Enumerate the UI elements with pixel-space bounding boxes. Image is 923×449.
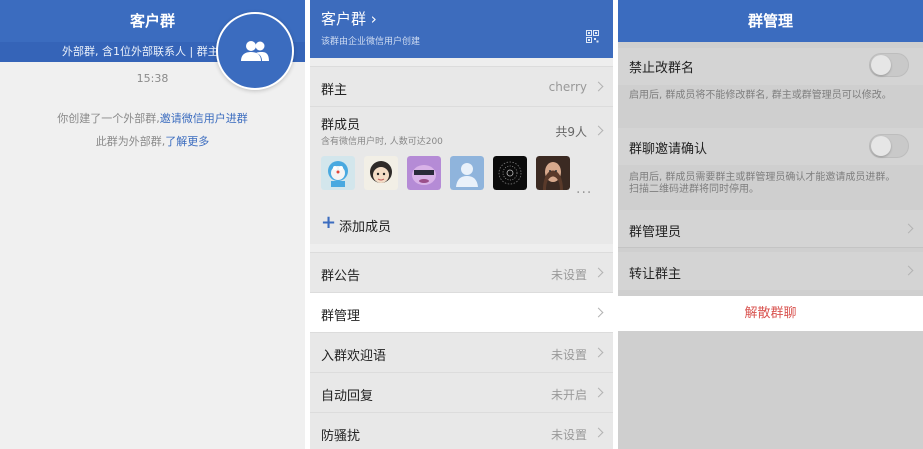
invite-confirm-description: 启用后, 群成员需要群主或群管理员确认才能邀请成员进群。扫描二维码进群将同时停用…: [629, 172, 896, 195]
no-rename-row: 禁止改群名: [618, 48, 923, 85]
transfer-owner-row[interactable]: 转让群主: [618, 252, 923, 290]
group-announcement-row[interactable]: 群公告 未设置: [310, 252, 613, 292]
chevron-right-icon: [593, 347, 604, 358]
chevron-right-icon: [593, 81, 604, 92]
system-message-text: 你创建了一个外部群,: [57, 112, 160, 125]
group-members-note: 含有微信用户时, 人数可达200: [321, 137, 443, 147]
row-value: 未开启: [550, 388, 587, 402]
group-management-title: 群管理: [747, 12, 793, 30]
system-message-external: 此群为外部群,了解更多: [0, 133, 305, 149]
row-label: 防骚扰: [321, 429, 361, 444]
chevron-right-icon: [593, 125, 604, 136]
invite-confirm-row: 群聊邀请确认: [618, 128, 923, 165]
transfer-owner-label: 转让群主: [629, 267, 682, 282]
learn-more-link[interactable]: 了解更多: [165, 135, 209, 148]
chevron-right-icon: [903, 223, 914, 234]
row-value: 未设置: [550, 428, 587, 442]
chevron-right-icon: [593, 307, 604, 318]
group-owner-row[interactable]: 群主 cherry: [310, 66, 613, 106]
chevron-right-icon: [593, 427, 604, 438]
qr-code-icon[interactable]: [586, 30, 599, 43]
chevron-right-icon: [593, 267, 604, 278]
group-admins-label: 群管理员: [629, 225, 682, 240]
member-avatar[interactable]: [364, 156, 398, 190]
row-value: 未设置: [550, 268, 587, 282]
no-rename-toggle[interactable]: [869, 53, 909, 77]
chevron-right-icon: [903, 265, 914, 276]
invite-confirm-toggle[interactable]: [869, 134, 909, 158]
add-member-label: 添加成员: [339, 220, 392, 235]
group-admins-row[interactable]: 群管理员: [618, 210, 923, 248]
group-owner-label: 群主: [321, 83, 348, 98]
group-management-panel: 群管理 禁止改群名 启用后, 群成员将不能修改群名, 群主或群管理员可以修改。 …: [618, 0, 923, 449]
no-rename-label: 禁止改群名: [629, 61, 695, 76]
chevron-right-icon: [593, 387, 604, 398]
auto-reply-row[interactable]: 自动回复 未开启: [310, 372, 613, 412]
group-name[interactable]: 客户群 ›: [321, 8, 377, 29]
group-members-label: 群成员: [321, 118, 361, 133]
welcome-message-row[interactable]: 入群欢迎语 未设置: [310, 332, 613, 372]
anti-harassment-row[interactable]: 防骚扰 未设置: [310, 412, 613, 449]
member-avatar[interactable]: [407, 156, 441, 190]
group-icon: [241, 41, 269, 61]
group-management-row[interactable]: 群管理: [310, 292, 613, 332]
group-members-button[interactable]: [216, 12, 294, 90]
plus-icon: +: [321, 212, 337, 233]
row-label: 自动回复: [321, 389, 374, 404]
no-rename-description: 启用后, 群成员将不能修改群名, 群主或群管理员可以修改。: [629, 90, 892, 101]
member-avatar[interactable]: [321, 156, 355, 190]
row-value: 未设置: [550, 348, 587, 362]
system-message-created: 你创建了一个外部群,邀请微信用户进群: [0, 110, 305, 126]
member-avatar[interactable]: [450, 156, 484, 190]
group-management-navbar: 群管理: [618, 0, 923, 42]
member-avatar-list: [321, 156, 570, 190]
group-info-panel: 客户群 › 该群由企业微信用户创建 群主 cherry 群成员 含有微信用户时,…: [310, 0, 613, 449]
group-owner-value: cherry: [548, 80, 587, 94]
invite-wechat-users-link[interactable]: 邀请微信用户进群: [160, 112, 248, 125]
member-avatar[interactable]: [493, 156, 527, 190]
invite-confirm-label: 群聊邀请确认: [629, 142, 708, 157]
group-members-count[interactable]: 共9人: [555, 123, 587, 140]
member-avatar[interactable]: [536, 156, 570, 190]
chat-panel: 客户群 外部群, 含1位外部联系人 | 群主 15:38 你创建了一个外部群,邀…: [0, 0, 305, 449]
system-message-text: 此群为外部群,: [95, 135, 166, 148]
row-label: 入群欢迎语: [321, 349, 387, 364]
group-info-header[interactable]: 客户群 › 该群由企业微信用户创建: [310, 0, 613, 58]
row-label: 群公告: [321, 269, 361, 284]
dissolve-group-button[interactable]: 解散群聊: [618, 296, 923, 331]
more-members-icon[interactable]: ...: [576, 181, 592, 197]
group-creator-note: 该群由企业微信用户创建: [321, 37, 421, 47]
row-label: 群管理: [321, 309, 361, 324]
